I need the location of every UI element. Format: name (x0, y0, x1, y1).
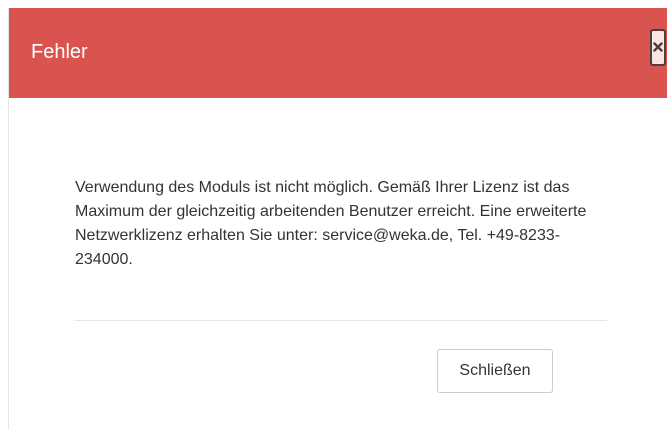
close-dialog-button[interactable]: Schließen (437, 349, 553, 393)
divider (75, 320, 607, 321)
dialog-title: Fehler (31, 41, 88, 63)
error-message: Verwendung des Moduls ist nicht möglich.… (75, 179, 587, 268)
error-dialog: Fehler Verwendung des Moduls ist nicht m… (8, 8, 667, 430)
dialog-header: Fehler (9, 8, 667, 98)
close-x-button[interactable] (650, 29, 666, 66)
close-icon (653, 42, 663, 52)
